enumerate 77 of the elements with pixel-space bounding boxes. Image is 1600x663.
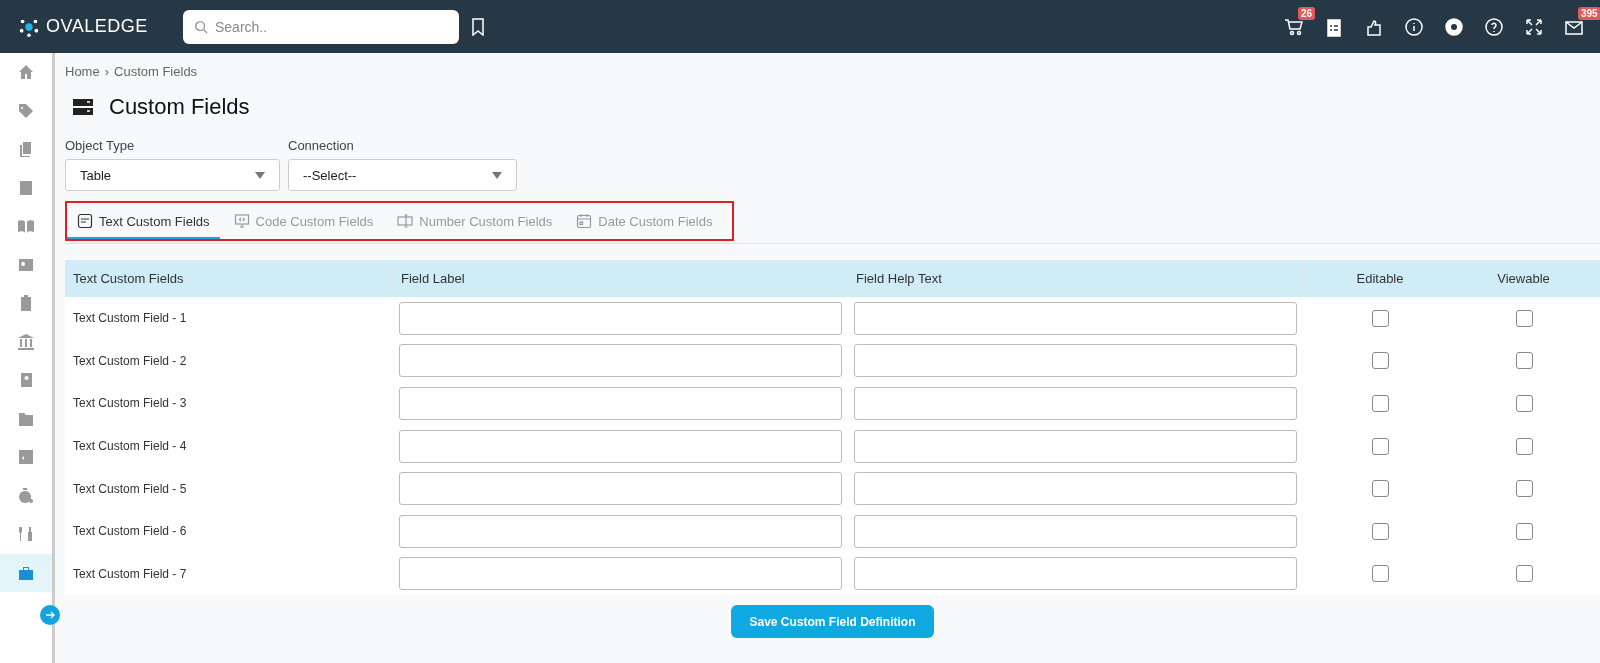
- editable-checkbox[interactable]: [1372, 437, 1389, 455]
- field-label-input[interactable]: [399, 387, 842, 420]
- tools-icon: [17, 525, 35, 544]
- breadcrumb-link[interactable]: Home: [65, 64, 100, 79]
- book-open-icon: [17, 217, 35, 236]
- viewable-checkbox[interactable]: [1515, 437, 1533, 455]
- clipboard-icon: [1324, 16, 1344, 37]
- dropdown[interactable]: --Select--: [288, 159, 517, 191]
- viewable-checkbox[interactable]: [1515, 395, 1533, 412]
- book-icon: [17, 178, 35, 197]
- help-text-input[interactable]: [854, 514, 1297, 548]
- field-name: Text Custom Field - 7: [73, 566, 187, 581]
- help-text-input[interactable]: [854, 557, 1297, 591]
- browser-icon: [1444, 16, 1464, 37]
- field-name: Text Custom Field - 1: [73, 311, 187, 326]
- column-header: Field Help Text: [848, 260, 1303, 297]
- cart-icon: [1284, 16, 1304, 37]
- editable-checkbox[interactable]: [1372, 352, 1389, 370]
- field-label: Object Type: [65, 138, 136, 153]
- viewable-checkbox[interactable]: [1515, 522, 1533, 540]
- info-icon: [1404, 16, 1424, 37]
- field-name: Text Custom Field - 2: [73, 353, 187, 368]
- column-header: Viewable: [1458, 260, 1590, 297]
- tag-icon: [17, 101, 35, 120]
- editable-checkbox[interactable]: [1372, 480, 1389, 498]
- editable-checkbox[interactable]: [1372, 565, 1389, 583]
- column-header: Field Label: [393, 260, 848, 297]
- count-badge: 395: [1578, 6, 1600, 20]
- field-name: Text Custom Field - 6: [73, 524, 187, 539]
- field-name: Text Custom Field - 3: [73, 396, 187, 411]
- editable-checkbox[interactable]: [1372, 395, 1389, 412]
- expand-icon: [1524, 16, 1544, 37]
- help-text-input[interactable]: [854, 387, 1297, 420]
- document-icon: [77, 213, 93, 229]
- field-label-input[interactable]: [399, 344, 842, 378]
- caret-icon: [492, 171, 502, 179]
- field-name: Text Custom Field - 5: [73, 481, 187, 496]
- calendar-icon: [576, 213, 593, 229]
- bank-icon: [17, 332, 35, 351]
- monitor-icon: [233, 213, 250, 229]
- viewable-checkbox[interactable]: [1515, 352, 1533, 370]
- search-icon: [194, 19, 208, 34]
- help-text-input[interactable]: [854, 344, 1297, 378]
- tab[interactable]: Text Custom Fields: [67, 205, 220, 239]
- arrow-right-icon: [45, 610, 55, 620]
- field-label-input[interactable]: [399, 472, 842, 506]
- search-field[interactable]: Search..: [183, 9, 459, 44]
- timer-icon: [17, 486, 35, 505]
- field-label-input[interactable]: [399, 557, 842, 591]
- field-label: Connection: [288, 138, 355, 153]
- column-header: Text Custom Fields: [65, 260, 393, 297]
- editable-checkbox[interactable]: [1372, 522, 1389, 540]
- help-text-input[interactable]: [854, 301, 1297, 335]
- breadcrumb-separator: ›: [104, 64, 110, 79]
- editable-checkbox[interactable]: [1372, 309, 1389, 327]
- caret-icon: [255, 171, 265, 179]
- field-label-input[interactable]: [399, 429, 842, 463]
- field-label-input[interactable]: [399, 514, 842, 548]
- help-icon: [1484, 16, 1504, 37]
- field-name: Text Custom Field - 4: [73, 439, 187, 454]
- viewable-checkbox[interactable]: [1515, 565, 1533, 583]
- help-text-input[interactable]: [854, 472, 1297, 506]
- home-icon: [17, 63, 35, 82]
- sidebar-item[interactable]: [0, 553, 52, 592]
- count-badge: 26: [1298, 6, 1316, 20]
- server-icon: [73, 98, 93, 116]
- bookmark-icon[interactable]: [471, 17, 485, 36]
- help-text-input[interactable]: [854, 429, 1297, 463]
- dropdown[interactable]: Table: [65, 159, 280, 191]
- logo-text: OVALEDGE: [46, 16, 148, 37]
- field-label-input[interactable]: [399, 301, 842, 335]
- text-cursor-icon: [397, 213, 414, 229]
- viewable-checkbox[interactable]: [1515, 309, 1533, 327]
- page-title: Custom Fields: [109, 94, 250, 120]
- column-header: Editable: [1303, 260, 1458, 297]
- viewable-checkbox[interactable]: [1515, 480, 1533, 498]
- expand-sidebar-button[interactable]: [40, 605, 60, 625]
